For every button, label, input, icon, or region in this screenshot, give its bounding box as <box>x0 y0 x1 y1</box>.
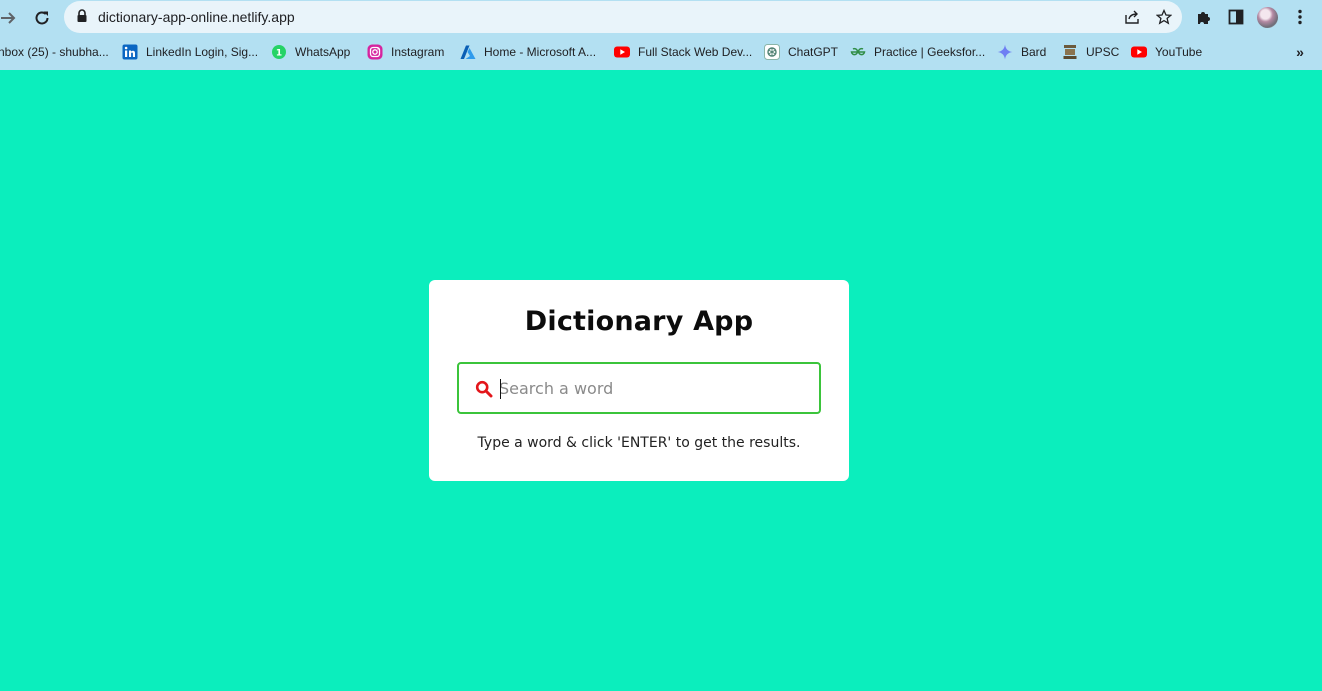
bookmark-gmail[interactable]: nbox (25) - shubha... <box>0 43 109 61</box>
chatgpt-icon <box>764 44 780 60</box>
bard-icon <box>997 44 1013 60</box>
bookmark-label: Practice | Geeksfor... <box>874 45 986 59</box>
extensions-button[interactable] <box>1193 6 1215 28</box>
arrow-right-icon <box>1 12 16 24</box>
azure-icon <box>460 44 476 60</box>
address-url[interactable]: dictionary-app-online.netlify.app <box>98 1 295 33</box>
geeksforgeeks-icon <box>850 44 866 60</box>
bookmark-full-stack-web-dev[interactable]: Full Stack Web Dev... <box>614 43 752 61</box>
bookmark-star-button[interactable] <box>1154 7 1174 27</box>
bookmark-label: nbox (25) - shubha... <box>0 45 109 59</box>
bookmark-geeksforgeeks[interactable]: Practice | Geeksfor... <box>850 43 985 61</box>
bookmark-azure[interactable]: Home - Microsoft A... <box>460 43 596 61</box>
dictionary-card: Dictionary App Type a word & click 'ENTE… <box>429 280 849 481</box>
bookmark-label: Home - Microsoft A... <box>484 45 597 59</box>
side-panel-button[interactable] <box>1225 6 1247 28</box>
bookmarks-overflow-button[interactable]: » <box>1292 44 1308 60</box>
bookmark-label: LinkedIn Login, Sig... <box>146 45 259 59</box>
linkedin-icon <box>122 44 138 60</box>
bookmark-whatsapp[interactable]: 1 WhatsApp <box>271 43 350 61</box>
reload-button[interactable] <box>30 6 54 30</box>
share-button[interactable] <box>1122 7 1142 27</box>
share-icon <box>1125 10 1139 24</box>
bookmark-label: YouTube <box>1155 45 1203 59</box>
forward-button[interactable] <box>0 6 20 30</box>
instagram-icon <box>367 44 383 60</box>
bookmark-linkedin[interactable]: LinkedIn Login, Sig... <box>122 43 258 61</box>
browser-toolbar: dictionary-app-online.netlify.app <box>0 0 1322 35</box>
app-title: Dictionary App <box>524 306 754 337</box>
svg-text:1: 1 <box>276 49 282 59</box>
bookmark-label: ChatGPT <box>788 45 839 59</box>
bookmark-label: Full Stack Web Dev... <box>638 45 753 59</box>
bookmark-label: UPSC <box>1086 45 1120 59</box>
kebab-menu-icon <box>1298 9 1302 25</box>
upsc-emblem-icon <box>1062 44 1078 60</box>
text-cursor <box>500 379 501 399</box>
youtube-icon <box>1131 44 1147 60</box>
puzzle-icon <box>1198 12 1210 24</box>
youtube-icon <box>614 44 630 60</box>
reload-icon <box>35 11 49 25</box>
bookmark-label: WhatsApp <box>295 45 351 59</box>
bookmark-chatgpt[interactable]: ChatGPT <box>764 43 838 61</box>
bookmark-label: Bard <box>1021 45 1047 59</box>
bookmark-label: Instagram <box>391 45 445 59</box>
side-panel-icon <box>1228 9 1244 25</box>
bookmark-bard[interactable]: Bard <box>997 43 1046 61</box>
search-icon <box>475 380 493 398</box>
search-box[interactable] <box>457 362 821 414</box>
profile-avatar[interactable] <box>1257 7 1278 28</box>
address-bar[interactable]: dictionary-app-online.netlify.app <box>64 1 1182 33</box>
bookmarks-bar: nbox (25) - shubha... LinkedIn Login, Si… <box>0 35 1322 70</box>
instruction-text: Type a word & click 'ENTER' to get the r… <box>477 435 801 451</box>
search-input[interactable] <box>499 372 809 404</box>
lock-icon <box>77 9 87 22</box>
bookmark-instagram[interactable]: Instagram <box>367 43 444 61</box>
bookmark-upsc[interactable]: UPSC <box>1062 43 1119 61</box>
browser-menu-button[interactable] <box>1289 6 1311 28</box>
star-icon <box>1156 9 1172 25</box>
bookmark-youtube[interactable]: YouTube <box>1131 43 1202 61</box>
whatsapp-icon: 1 <box>271 44 287 60</box>
